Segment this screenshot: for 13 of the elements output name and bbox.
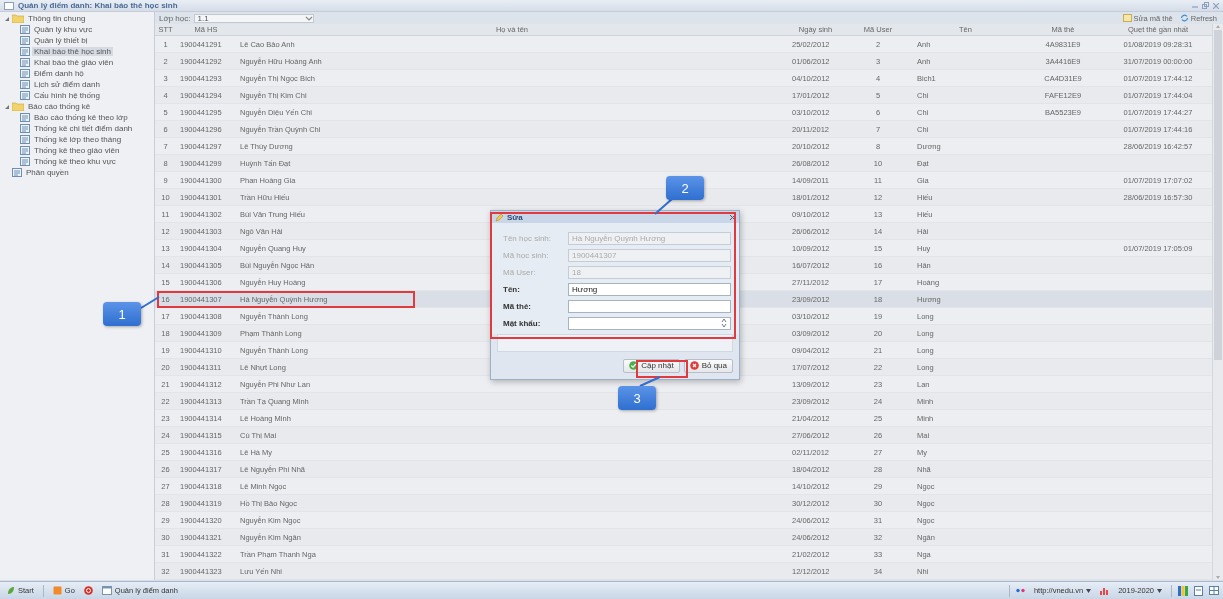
field-label: Mã User: xyxy=(503,267,537,277)
field-label: Tên: xyxy=(503,284,521,294)
input-field: 18 xyxy=(568,265,731,279)
callout-badge: 3 xyxy=(618,386,656,410)
field-label: Mật khẩu: xyxy=(503,318,542,328)
callout-badge: 1 xyxy=(103,302,141,326)
input-field: 1900441307 xyxy=(568,248,731,262)
input-field: Hà Nguyễn Quỳnh Hương xyxy=(568,231,731,245)
callout-badge: 2 xyxy=(666,176,704,200)
field-label: Mã học sinh: xyxy=(503,250,550,260)
field-label: Lớp học: xyxy=(159,13,191,23)
field-label: Mã thẻ: xyxy=(503,301,532,311)
window-title: Quản lý điểm danh: Khai báo thẻ học sinh xyxy=(18,1,178,10)
